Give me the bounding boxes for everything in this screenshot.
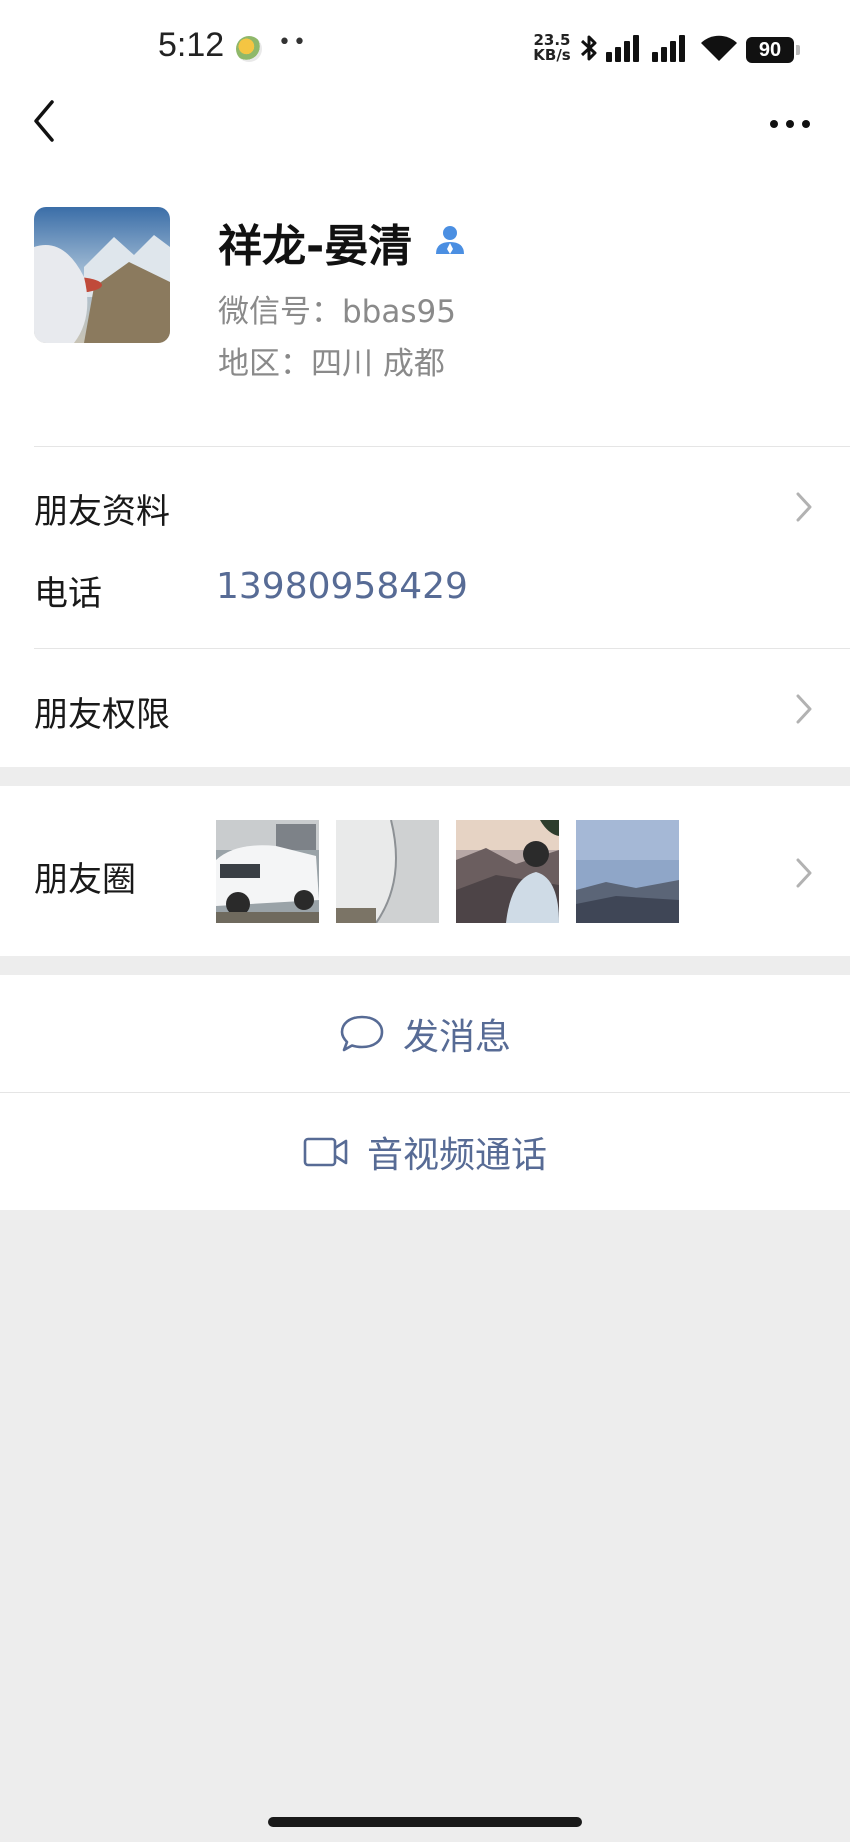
moments-label: 朋友圈 (34, 860, 136, 900)
network-speed: 23.5 KB/s (532, 33, 572, 63)
person-icon (436, 226, 464, 254)
chevron-right-icon (796, 858, 812, 888)
wifi-icon (701, 35, 737, 61)
more-options-button[interactable] (766, 104, 814, 144)
moments-photo (336, 820, 439, 923)
chat-bubble-icon (340, 1015, 384, 1051)
signal-1-icon (606, 35, 639, 62)
back-button[interactable] (24, 96, 64, 146)
status-bar: 5:12 •• 23.5 KB/s 90 (0, 0, 850, 96)
divider (34, 446, 850, 447)
battery-tip (796, 45, 800, 55)
video-call-button[interactable]: 音视频通话 (0, 1093, 850, 1210)
chevron-right-icon (796, 694, 812, 724)
wechat-id: 微信号：bbas95 (218, 294, 456, 330)
send-message-button[interactable]: 发消息 (0, 975, 850, 1092)
send-message-label: 发消息 (402, 1016, 511, 1058)
battery-indicator: 90 (746, 37, 794, 63)
friend-permissions-row[interactable]: 朋友权限 (0, 649, 850, 767)
moments-photo (456, 820, 559, 923)
friend-permissions-label: 朋友权限 (34, 695, 170, 735)
network-speed-unit: KB/s (533, 46, 571, 64)
section-gap (0, 956, 850, 975)
moments-photo (576, 820, 679, 923)
phone-number[interactable]: 13980958429 (216, 566, 468, 607)
signal-2-icon (652, 35, 685, 62)
contact-name: 祥龙-晏清 (218, 221, 413, 272)
video-call-label: 音视频通话 (366, 1134, 547, 1176)
section-gap (0, 767, 850, 786)
app-notification-icon (236, 36, 262, 62)
region: 地区：四川 成都 (218, 346, 445, 382)
more-notifications-icon: •• (278, 30, 308, 55)
bluetooth-icon (580, 35, 597, 61)
video-camera-icon (303, 1137, 348, 1166)
friend-info-row[interactable]: 朋友资料 (0, 448, 850, 566)
phone-label: 电话 (34, 574, 102, 614)
moments-photo (216, 820, 319, 923)
home-indicator[interactable] (268, 1817, 582, 1827)
chevron-right-icon (796, 492, 812, 522)
status-time: 5:12 (158, 26, 225, 64)
friend-info-label: 朋友资料 (34, 492, 170, 532)
avatar[interactable] (34, 207, 170, 343)
